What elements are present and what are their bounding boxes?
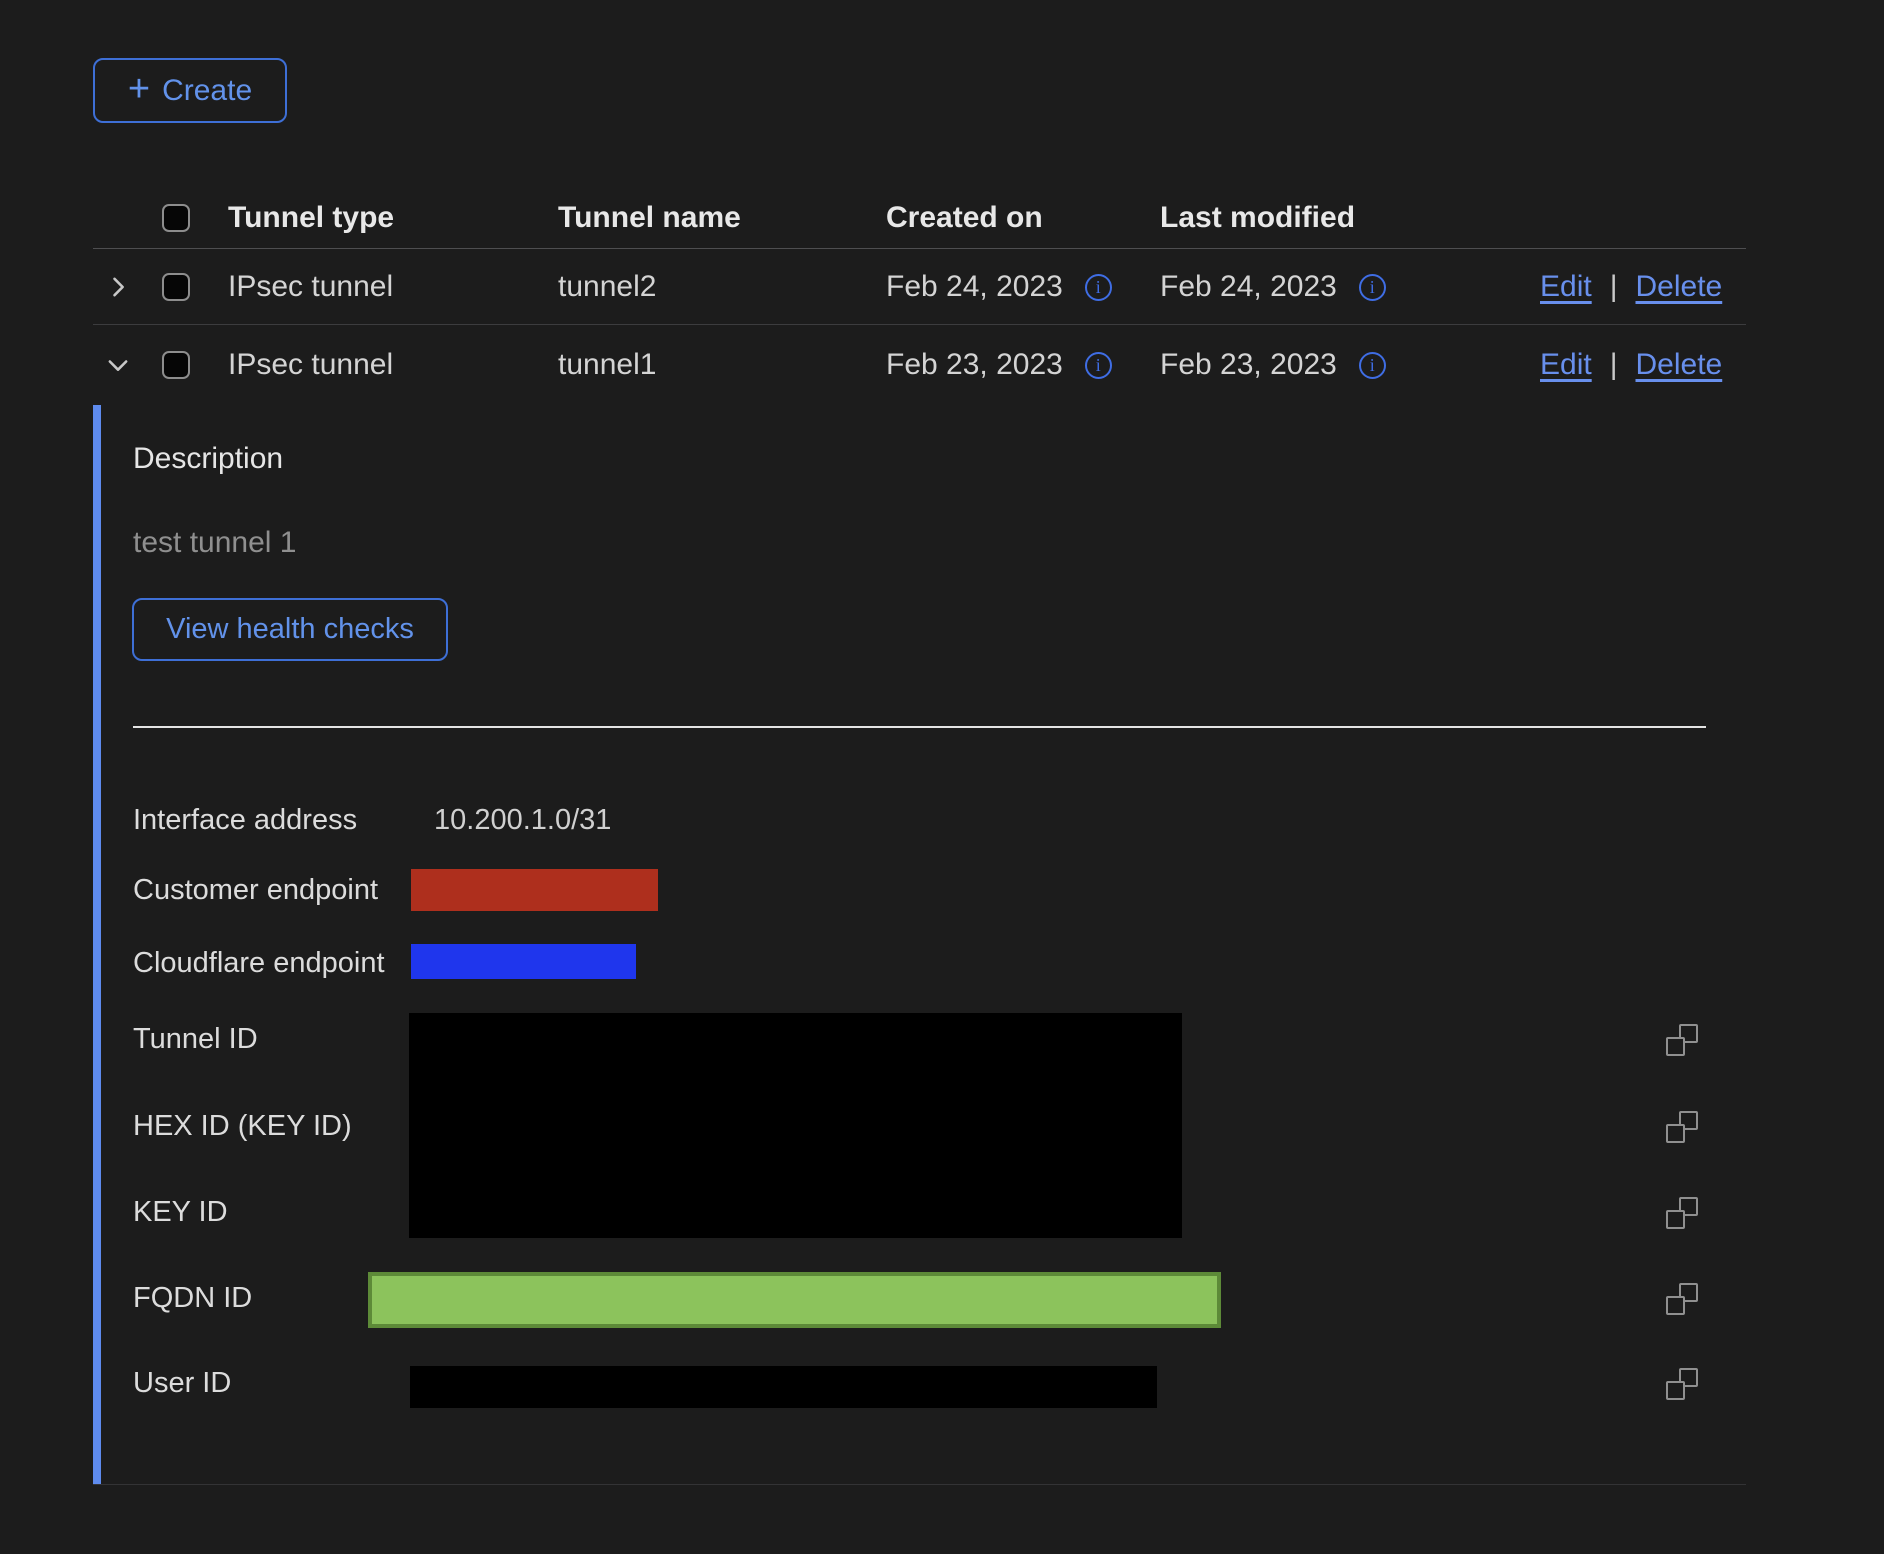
- user-id-redacted-value: [410, 1366, 1157, 1408]
- table-row: IPsec tunnel tunnel1 Feb 23, 2023 i Feb …: [0, 325, 1884, 405]
- customer-endpoint-redacted-value: [411, 869, 658, 911]
- key-id-label: KEY ID: [133, 1194, 228, 1230]
- created-on-cell: Feb 23, 2023 i: [886, 348, 1112, 382]
- info-icon[interactable]: i: [1359, 352, 1386, 379]
- plus-icon: +: [128, 70, 150, 108]
- chevron-down-icon: [104, 351, 132, 379]
- tunnel-id-label: Tunnel ID: [133, 1021, 258, 1057]
- last-modified-cell: Feb 23, 2023 i: [1160, 348, 1386, 382]
- expanded-panel-accent-bar: [93, 405, 101, 1484]
- hex-id-label: HEX ID (KEY ID): [133, 1108, 352, 1144]
- row-actions: Edit | Delete: [1540, 348, 1722, 382]
- chevron-right-icon: [104, 273, 132, 301]
- cloudflare-endpoint-redacted-value: [411, 944, 636, 979]
- description-value: test tunnel 1: [133, 525, 296, 561]
- header-tunnel-name: Tunnel name: [558, 201, 741, 235]
- collapse-toggle[interactable]: [104, 351, 132, 379]
- header-created-on: Created on: [886, 201, 1043, 235]
- last-modified-date: Feb 23, 2023: [1160, 348, 1337, 382]
- expand-toggle[interactable]: [104, 273, 132, 301]
- edit-link[interactable]: Edit: [1540, 348, 1592, 382]
- tunnel-type-cell: IPsec tunnel: [228, 348, 393, 382]
- tunnel-name-cell: tunnel2: [558, 270, 656, 304]
- created-on-cell: Feb 24, 2023 i: [886, 270, 1112, 304]
- fqdn-id-redacted-value: [368, 1272, 1221, 1328]
- view-health-checks-button[interactable]: View health checks: [132, 598, 448, 661]
- delete-link[interactable]: Delete: [1636, 348, 1723, 382]
- fqdn-id-label: FQDN ID: [133, 1280, 252, 1316]
- header-last-modified: Last modified: [1160, 201, 1355, 235]
- table-header-row: Tunnel type Tunnel name Created on Last …: [0, 186, 1884, 249]
- info-icon[interactable]: i: [1085, 352, 1112, 379]
- ids-redacted-block: [409, 1013, 1182, 1238]
- user-id-label: User ID: [133, 1365, 231, 1401]
- actions-separator: |: [1610, 270, 1618, 304]
- table-row: IPsec tunnel tunnel2 Feb 24, 2023 i Feb …: [0, 249, 1884, 325]
- create-button[interactable]: + Create: [93, 58, 287, 123]
- info-icon[interactable]: i: [1085, 274, 1112, 301]
- row-checkbox[interactable]: [162, 273, 190, 301]
- copy-tunnel-id-button[interactable]: [1666, 1024, 1698, 1056]
- copy-key-id-button[interactable]: [1666, 1197, 1698, 1229]
- description-label: Description: [133, 441, 283, 477]
- cloudflare-endpoint-label: Cloudflare endpoint: [133, 945, 385, 981]
- row-actions: Edit | Delete: [1540, 270, 1722, 304]
- interface-address-label: Interface address: [133, 802, 357, 838]
- row-checkbox[interactable]: [162, 351, 190, 379]
- expanded-panel-bottom-divider: [93, 1484, 1746, 1485]
- delete-link[interactable]: Delete: [1636, 270, 1723, 304]
- info-icon[interactable]: i: [1359, 274, 1386, 301]
- actions-separator: |: [1610, 348, 1618, 382]
- tunnels-page: + Create Tunnel type Tunnel name Created…: [0, 0, 1884, 1554]
- tunnel-type-cell: IPsec tunnel: [228, 270, 393, 304]
- interface-address-value: 10.200.1.0/31: [434, 802, 611, 838]
- created-on-date: Feb 24, 2023: [886, 270, 1063, 304]
- copy-user-id-button[interactable]: [1666, 1368, 1698, 1400]
- tunnel-name-cell: tunnel1: [558, 348, 656, 382]
- select-all-checkbox[interactable]: [162, 204, 190, 232]
- header-tunnel-type: Tunnel type: [228, 201, 394, 235]
- last-modified-cell: Feb 24, 2023 i: [1160, 270, 1386, 304]
- create-button-label: Create: [162, 74, 252, 108]
- edit-link[interactable]: Edit: [1540, 270, 1592, 304]
- last-modified-date: Feb 24, 2023: [1160, 270, 1337, 304]
- copy-hex-id-button[interactable]: [1666, 1111, 1698, 1143]
- section-divider: [133, 726, 1706, 728]
- customer-endpoint-label: Customer endpoint: [133, 872, 378, 908]
- created-on-date: Feb 23, 2023: [886, 348, 1063, 382]
- copy-fqdn-id-button[interactable]: [1666, 1283, 1698, 1315]
